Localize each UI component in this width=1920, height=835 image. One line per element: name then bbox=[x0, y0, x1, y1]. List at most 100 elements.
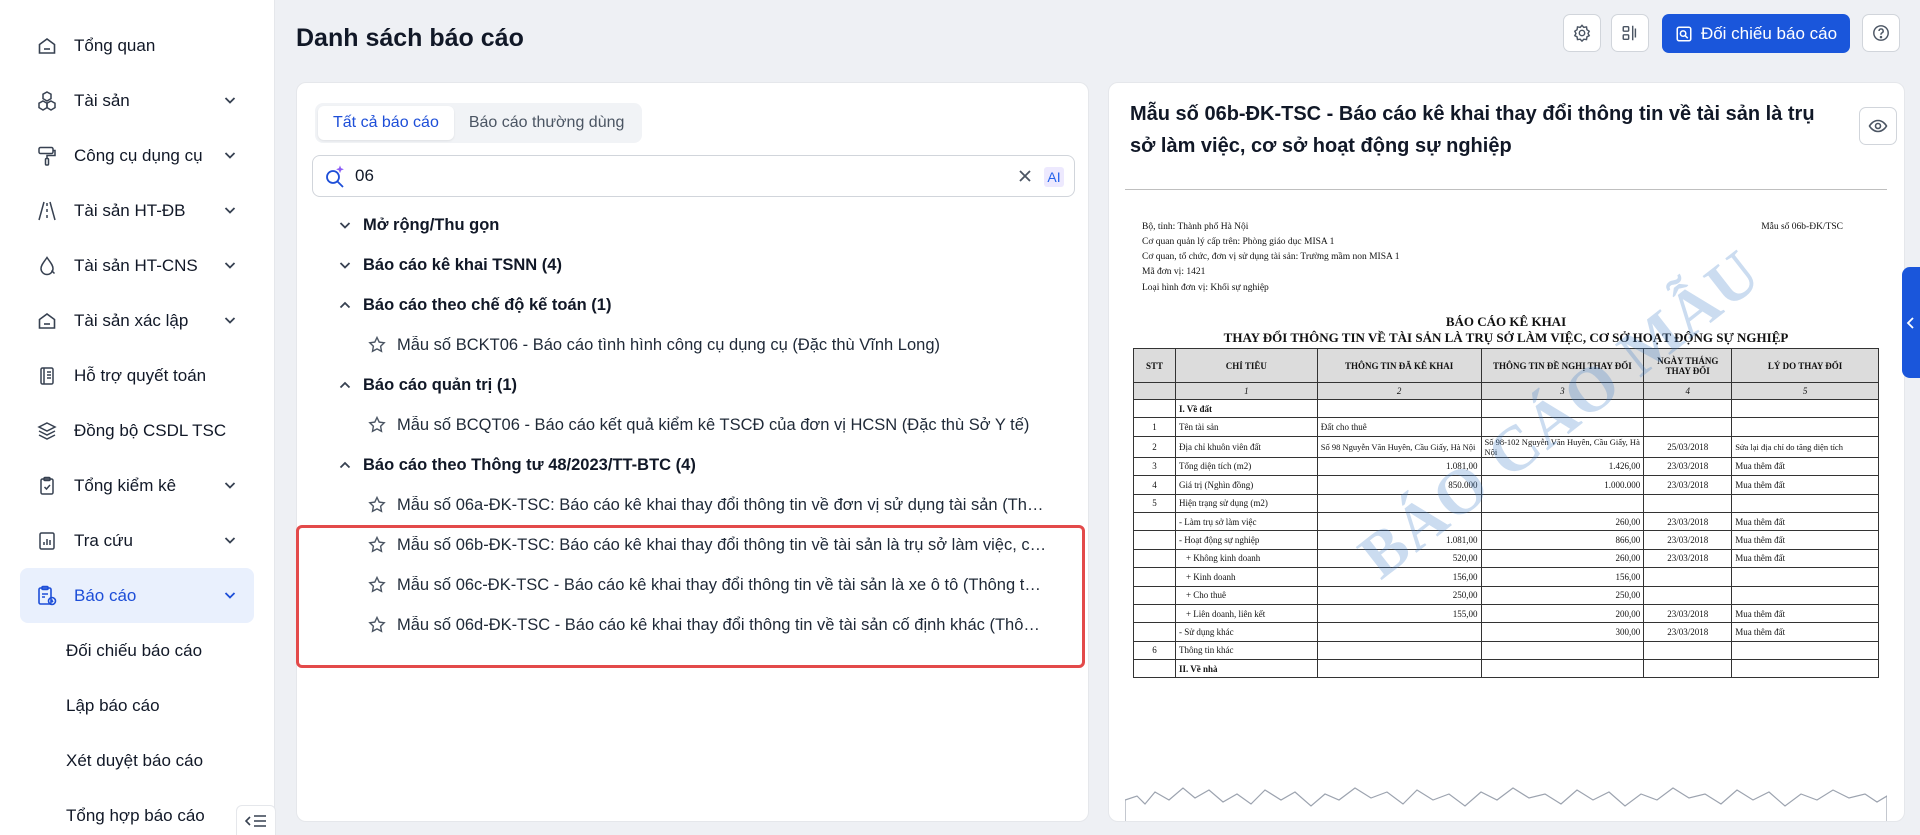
sidebar-item-inventory[interactable]: Tổng kiểm kê bbox=[20, 458, 254, 513]
sidebar-item-assets[interactable]: Tài sản bbox=[20, 73, 254, 128]
doc-cell: + Cho thuê bbox=[1174, 585, 1318, 605]
group-management-reports[interactable]: Báo cáo quản trị (1) bbox=[297, 365, 1090, 405]
doc-cell bbox=[1133, 398, 1176, 419]
collapse-sidebar-button[interactable] bbox=[236, 805, 276, 835]
doc-cell bbox=[1133, 530, 1176, 550]
sidebar-item-label: Công cụ dụng cụ bbox=[74, 145, 203, 165]
doc-cell: Giá trị (Nghìn đồng) bbox=[1174, 475, 1318, 495]
chevron-down-icon bbox=[224, 592, 236, 599]
doc-cell: 25/03/2018 bbox=[1643, 435, 1733, 458]
gear-icon bbox=[1573, 24, 1591, 42]
clipboard-icon bbox=[36, 475, 58, 497]
tab-frequent-reports[interactable]: Báo cáo thường dùng bbox=[454, 106, 640, 140]
report-item-label: Mẫu số 06a-ĐK-TSC: Báo cáo kê khai thay … bbox=[397, 495, 1047, 514]
sidebar-subitem-create-report[interactable]: Lập báo cáo bbox=[0, 678, 274, 733]
sidebar-item-infrastructure-road[interactable]: Tài sản HT-ĐB bbox=[20, 183, 254, 238]
ai-search-icon bbox=[326, 165, 344, 188]
collapse-sidebar-icon bbox=[245, 814, 266, 827]
doc-row: - Hoạt động sự nghiệp 1.081,00 866,00 23/03… bbox=[1133, 530, 1879, 550]
torn-paper-edge bbox=[1125, 787, 1887, 821]
page-title: Danh sách báo cáo bbox=[296, 24, 524, 52]
chevron-down-icon bbox=[224, 97, 236, 104]
sidebar-item-label: Tổng kiểm kê bbox=[74, 475, 177, 495]
group-accounting-regime[interactable]: Báo cáo theo chế độ kế toán (1) bbox=[297, 285, 1090, 325]
doc-cell: - Làm trụ sở làm việc bbox=[1174, 511, 1318, 532]
doc-cell: 1 bbox=[1174, 382, 1318, 400]
doc-cell bbox=[1480, 659, 1645, 679]
side-panel-toggle[interactable] bbox=[1902, 267, 1920, 378]
doc-cell: II. Về nhà bbox=[1174, 659, 1318, 679]
doc-cell: 23/03/2018 bbox=[1643, 475, 1733, 495]
doc-col-header: STT bbox=[1133, 348, 1176, 383]
sidebar-item-label: Tài sản bbox=[74, 90, 130, 110]
doc-cell: Địa chỉ khuôn viên đất bbox=[1174, 435, 1318, 458]
doc-cell: + Kinh doanh bbox=[1174, 567, 1318, 587]
doc-row: + Kinh doanh 156,00 156,00 bbox=[1133, 567, 1879, 587]
star-icon[interactable] bbox=[367, 535, 387, 555]
sidebar-item-established-assets[interactable]: Tài sản xác lập bbox=[20, 293, 254, 348]
doc-form-number: Mẫu số 06b-ĐK/TSC bbox=[1761, 222, 1843, 232]
doc-cell bbox=[1731, 640, 1879, 661]
sidebar-item-tools[interactable]: Công cụ dụng cụ bbox=[20, 128, 254, 183]
sidebar-item-settlement-support[interactable]: Hỗ trợ quyết toán bbox=[20, 348, 254, 403]
group-circular-48[interactable]: Báo cáo theo Thông tư 48/2023/TT-BTC (4) bbox=[297, 445, 1090, 485]
sidebar-item-infrastructure-water[interactable]: Tài sản HT-CNS bbox=[20, 238, 254, 293]
chart-doc-icon bbox=[36, 530, 58, 552]
doc-cell: 3 bbox=[1133, 456, 1176, 477]
help-button[interactable] bbox=[1862, 14, 1900, 52]
report-item[interactable]: Mẫu số BCKT06 - Báo cáo tình hình công c… bbox=[297, 325, 1090, 365]
sidebar-subitem-approve-report[interactable]: Xét duyệt báo cáo bbox=[0, 733, 274, 788]
doc-cell: Tổng diện tích (m2) bbox=[1174, 456, 1318, 477]
sidebar-item-sync-database[interactable]: Đồng bộ CSDL TSC bbox=[20, 403, 254, 458]
report-item-label: Mẫu số BCKT06 - Báo cáo tình hình công c… bbox=[397, 335, 940, 354]
chevron-down-icon bbox=[224, 482, 236, 489]
doc-cell: Mua thêm đất bbox=[1731, 511, 1879, 532]
layout-toggle-button[interactable] bbox=[1611, 14, 1649, 52]
report-item[interactable]: Mẫu số 06b-ĐK-TSC: Báo cáo kê khai thay … bbox=[297, 525, 1090, 565]
cubes-icon bbox=[36, 90, 58, 112]
report-item[interactable]: Mẫu số 06d-ĐK-TSC - Báo cáo kê khai thay… bbox=[297, 605, 1090, 645]
sidebar-item-lookup[interactable]: Tra cứu bbox=[20, 513, 254, 568]
doc-cell bbox=[1133, 511, 1176, 532]
doc-row: + Không kinh doanh 520,00 260,00 23/03/2018… bbox=[1133, 548, 1879, 569]
sidebar-item-reports[interactable]: Báo cáo bbox=[20, 568, 254, 623]
expand-collapse-toggle[interactable]: Mở rộng/Thu gọn bbox=[297, 205, 1090, 245]
compare-reports-label: Đối chiếu báo cáo bbox=[1700, 23, 1838, 43]
report-item[interactable]: Mẫu số 06a-ĐK-TSC: Báo cáo kê khai thay … bbox=[297, 485, 1090, 525]
settings-button[interactable] bbox=[1563, 14, 1601, 52]
sidebar-subitem-summary-report[interactable]: Tổng hợp báo cáo bbox=[0, 788, 274, 835]
sidebar-subitem-compare-reports[interactable]: Đối chiếu báo cáo bbox=[0, 623, 274, 678]
star-icon[interactable] bbox=[367, 415, 387, 435]
ai-badge[interactable]: AI bbox=[1044, 167, 1064, 187]
view-button[interactable] bbox=[1859, 107, 1897, 145]
doc-cell: 300,00 bbox=[1480, 622, 1645, 642]
doc-subtitle: THAY ĐỔI THÔNG TIN VỀ TÀI SẢN LÀ TRỤ SỞ … bbox=[1223, 330, 1789, 345]
doc-col-header: THÔNG TIN ĐÃ KÊ KHAI bbox=[1316, 348, 1482, 383]
doc-cell bbox=[1643, 398, 1733, 419]
water-drop-icon bbox=[36, 255, 58, 277]
group-tsnn-declaration[interactable]: Báo cáo kê khai TSNN (4) bbox=[297, 245, 1090, 285]
star-icon[interactable] bbox=[367, 615, 387, 635]
sidebar-item-label: Tài sản xác lập bbox=[74, 310, 189, 330]
report-item[interactable]: Mẫu số BCQT06 - Báo cáo kết quả kiểm kê … bbox=[297, 405, 1090, 445]
tab-all-reports[interactable]: Tất cả báo cáo bbox=[318, 106, 454, 140]
group-title: Báo cáo kê khai TSNN (4) bbox=[363, 255, 562, 274]
doc-cell: I. Về đất bbox=[1174, 398, 1318, 419]
preview-title: Mẫu số 06b-ĐK-TSC - Báo cáo kê khai thay… bbox=[1130, 103, 1815, 157]
clear-search-icon[interactable] bbox=[1016, 167, 1034, 185]
sidebar-item-overview[interactable]: Tổng quan bbox=[20, 18, 254, 73]
star-icon[interactable] bbox=[367, 495, 387, 515]
report-item[interactable]: Mẫu số 06c-ĐK-TSC - Báo cáo kê khai thay… bbox=[297, 565, 1090, 605]
doc-cell: 2 bbox=[1316, 382, 1482, 400]
star-icon[interactable] bbox=[367, 335, 387, 355]
compare-reports-button[interactable]: Đối chiếu báo cáo bbox=[1662, 14, 1850, 53]
report-item-label: Mẫu số 06c-ĐK-TSC - Báo cáo kê khai thay… bbox=[397, 575, 1047, 594]
doc-cell: 260,00 bbox=[1480, 511, 1645, 532]
doc-cell: + Không kinh doanh bbox=[1174, 548, 1318, 569]
search-input[interactable] bbox=[355, 166, 995, 186]
chevron-down-icon bbox=[224, 207, 236, 214]
doc-cell bbox=[1133, 548, 1176, 569]
star-icon[interactable] bbox=[367, 575, 387, 595]
report-icon bbox=[36, 585, 58, 607]
doc-cell: 6 bbox=[1133, 640, 1176, 661]
